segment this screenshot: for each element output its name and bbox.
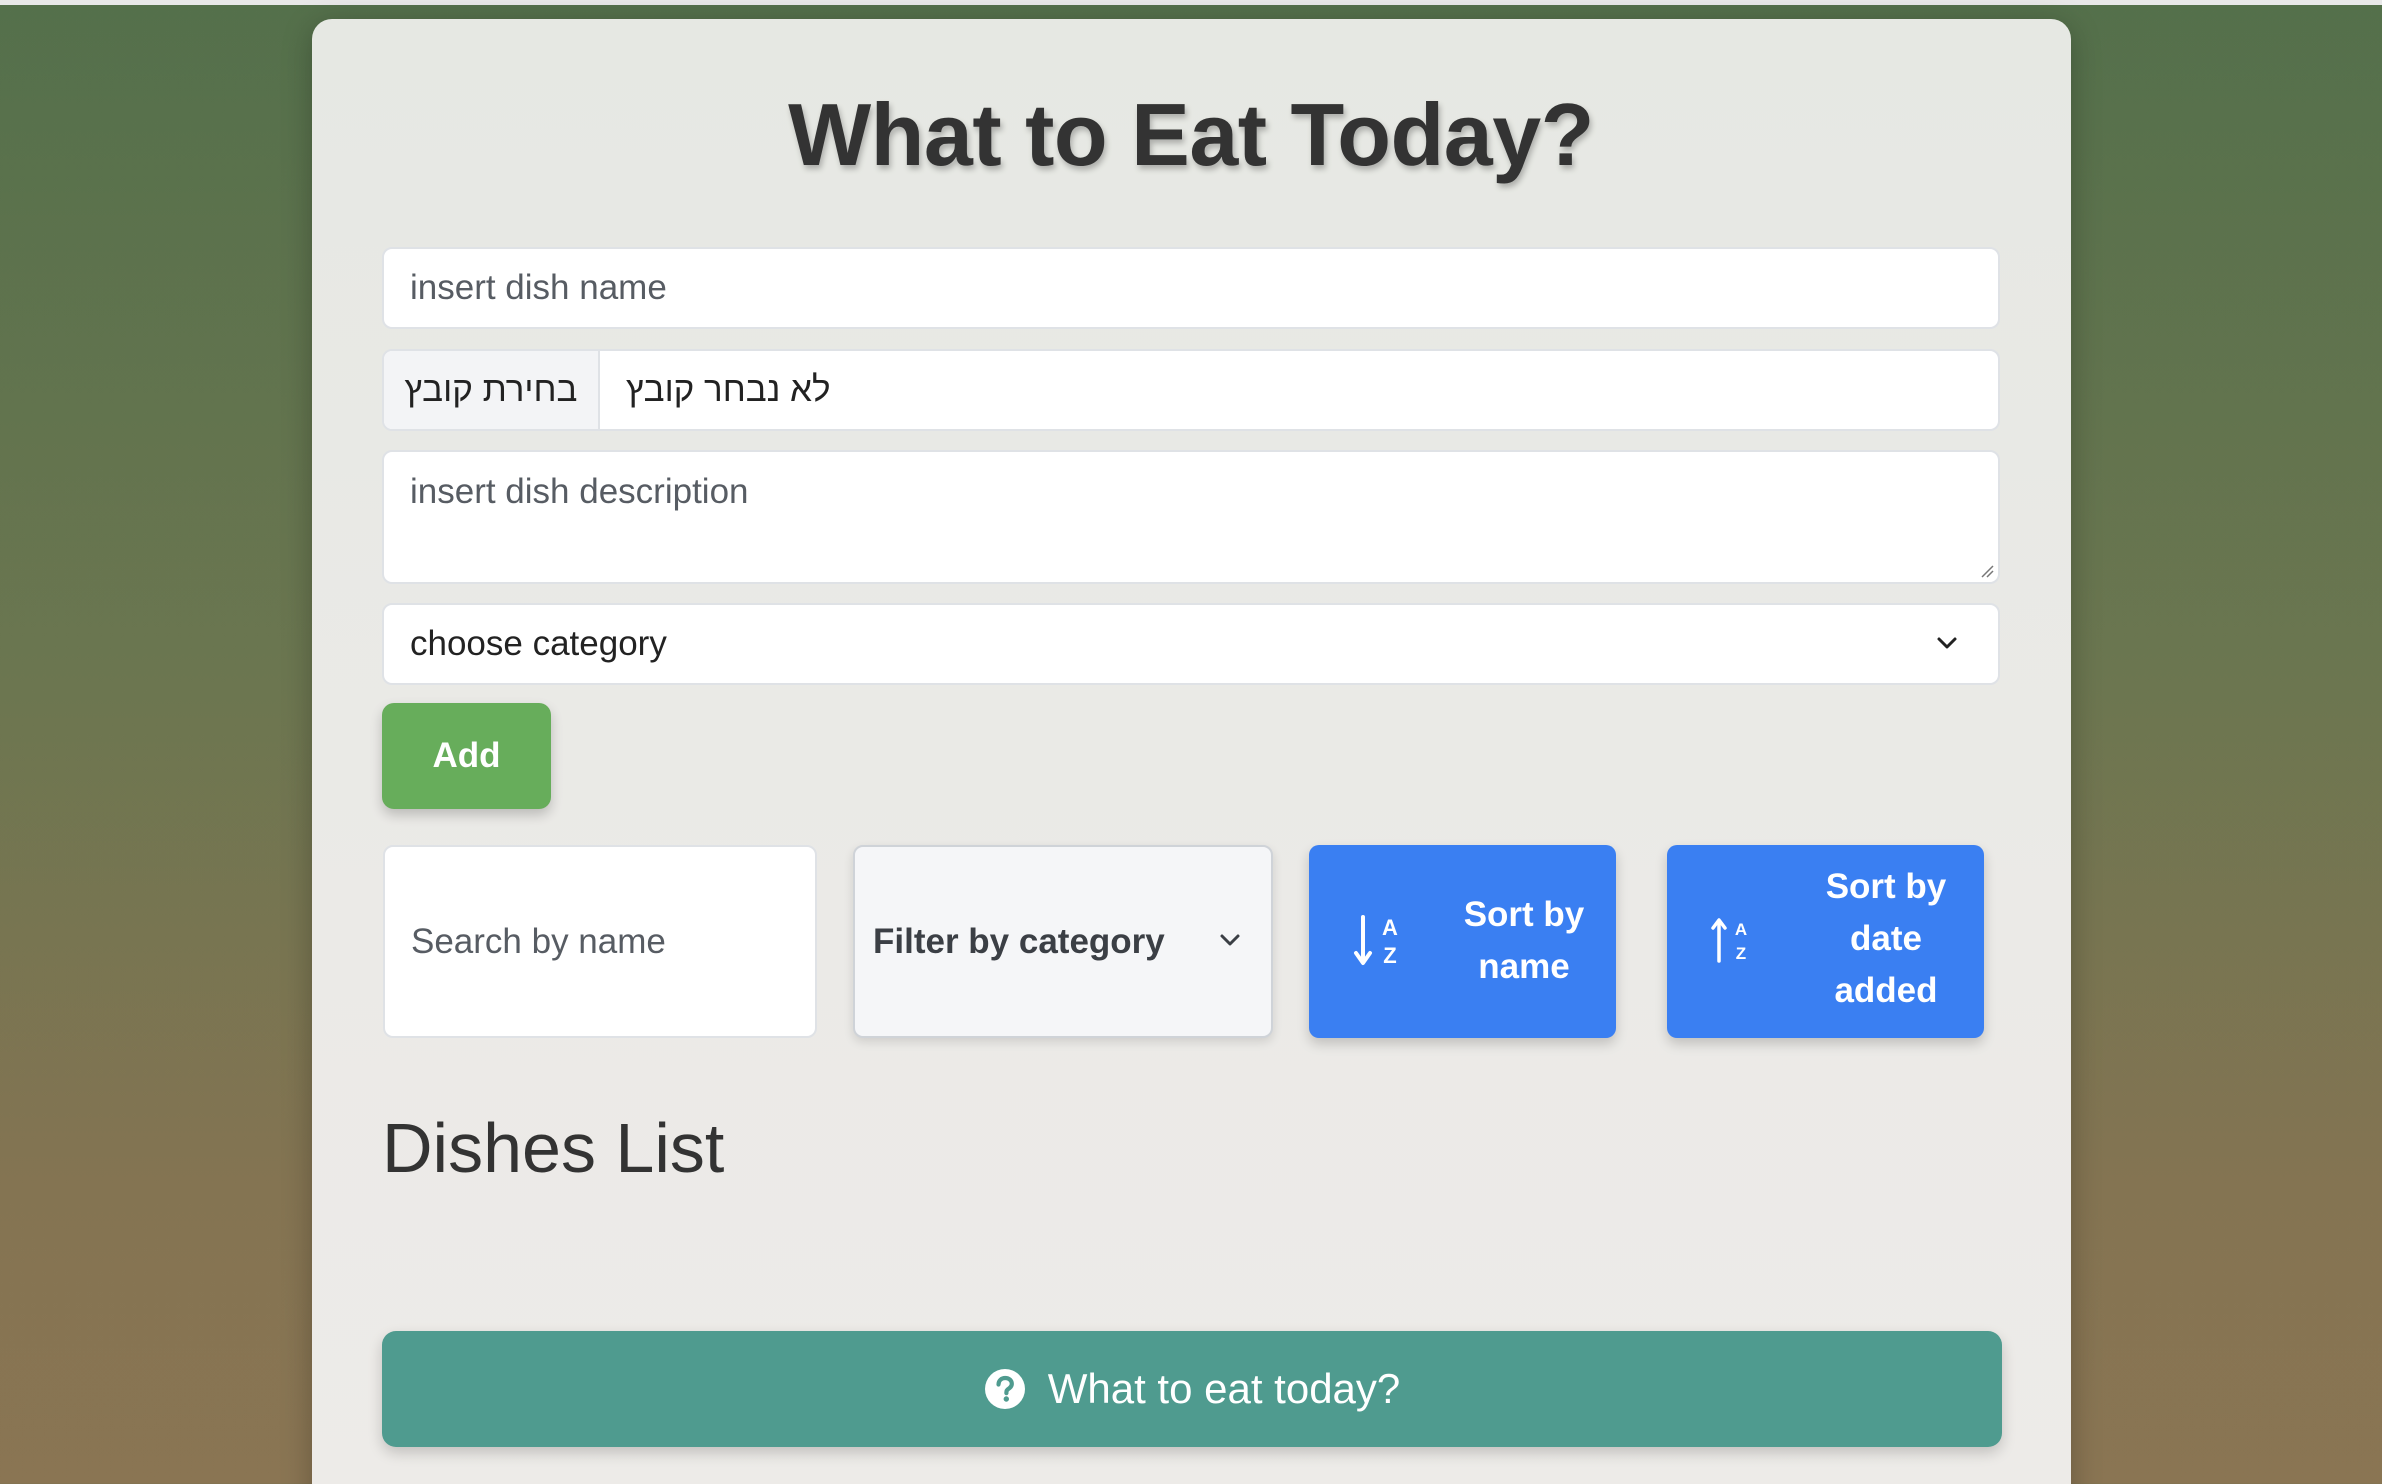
sort-date-icon-letter-a: A [1735, 920, 1747, 939]
dish-name-input[interactable]: insert dish name [382, 247, 2000, 329]
page-title: What to Eat Today? [788, 85, 1594, 184]
resize-grip-icon[interactable] [1980, 564, 1994, 578]
what-to-eat-today-button[interactable]: What to eat today? [382, 1331, 2002, 1447]
dish-image-file-input[interactable]: בחירת קובץ לא נבחר קובץ [382, 349, 2000, 431]
chevron-down-icon [1220, 934, 1240, 946]
sort-date-icon-letter-z: Z [1736, 944, 1746, 963]
sort-alpha-up-icon: A Z [1711, 918, 1747, 963]
filter-by-category-select[interactable]: Filter by category [853, 845, 1273, 1038]
sort-name-line-2: name [1478, 947, 1570, 986]
choose-file-button[interactable]: בחירת קובץ [384, 351, 600, 429]
dish-name-placeholder: insert dish name [410, 268, 667, 307]
dish-description-textarea[interactable]: insert dish description [382, 450, 2000, 584]
sort-by-date-button[interactable]: A Z Sort by date added [1667, 845, 1984, 1038]
chevron-down-icon [1937, 637, 1957, 649]
dish-description-placeholder: insert dish description [410, 472, 749, 511]
question-circle-icon [984, 1369, 1025, 1409]
filter-selected-value: Filter by category [873, 922, 1165, 961]
category-select[interactable]: choose category [382, 603, 2000, 685]
sort-date-line-3: added [1834, 971, 1938, 1010]
sort-date-line-1: Sort by [1825, 867, 1947, 906]
sort-date-line-2: date [1850, 919, 1922, 958]
sort-name-icon-letter-a: A [1382, 915, 1398, 940]
sort-by-name-button[interactable]: A Z Sort by name [1309, 845, 1616, 1038]
sort-alpha-down-icon: A Z [1354, 915, 1398, 968]
main-card [312, 19, 2071, 1484]
sort-by-date-label: Sort by date added [1767, 861, 2005, 1017]
window-top-border [0, 0, 2382, 5]
dishes-list-heading: Dishes List [382, 1109, 725, 1187]
search-placeholder: Search by name [411, 922, 666, 961]
category-selected-value: choose category [410, 624, 667, 663]
sort-name-line-1: Sort by [1463, 895, 1585, 934]
add-dish-button[interactable]: Add [382, 703, 551, 809]
what-to-eat-today-label: What to eat today? [1047, 1365, 1401, 1412]
search-by-name-input[interactable]: Search by name [383, 845, 817, 1038]
file-status-text: לא נבחר קובץ [626, 370, 831, 409]
sort-by-name-label: Sort by name [1429, 889, 1619, 993]
sort-name-icon-letter-z: Z [1383, 943, 1396, 968]
